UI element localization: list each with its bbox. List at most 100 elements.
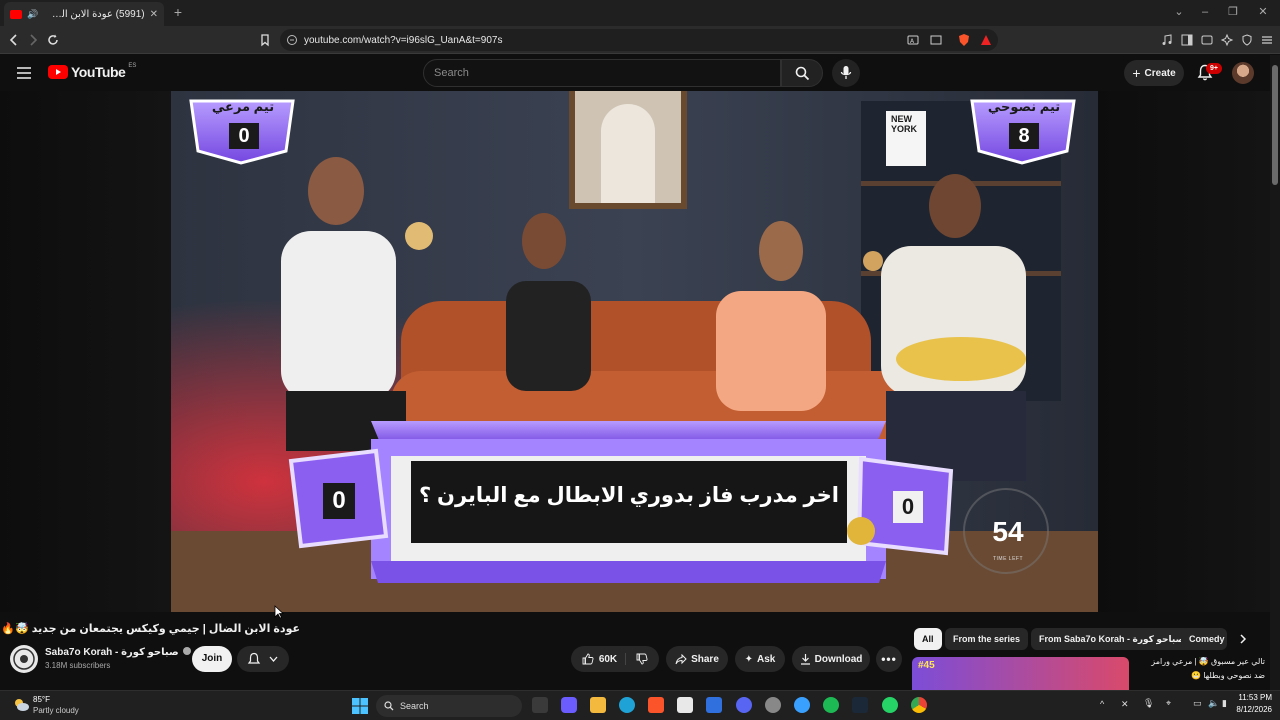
brave-browser-icon[interactable] <box>648 697 664 713</box>
channel-name[interactable]: Saba7o Korah - صباحو كورة <box>45 647 192 658</box>
chip-from-channel[interactable]: From Saba7o Korah - صباحو كورة <box>1031 628 1193 650</box>
chip-from-the-series[interactable]: From the series <box>945 628 1029 650</box>
recommendation-thumbnail[interactable]: #45 <box>912 657 1129 690</box>
player-left-margin <box>0 91 171 612</box>
voice-search-button[interactable] <box>832 59 860 87</box>
scrollbar-thumb[interactable] <box>1272 65 1278 185</box>
tab-list-icon[interactable]: ⌄ <box>1170 4 1188 20</box>
tray-location-icon[interactable]: ⌖ <box>1166 698 1171 709</box>
chip-comedy[interactable]: Comedy <box>1181 628 1227 650</box>
verified-badge-icon <box>183 647 192 655</box>
account-avatar[interactable] <box>1232 62 1254 84</box>
whatsapp-icon[interactable] <box>882 697 898 713</box>
download-label: Download <box>814 653 863 665</box>
team-left-score: 0 <box>238 125 250 147</box>
tray-overflow-icon[interactable]: ^ <box>1100 699 1104 709</box>
taskbar-search-box[interactable]: Search <box>376 695 522 717</box>
subscriber-count: 3.18M subscribers <box>45 661 111 670</box>
address-bar[interactable]: youtube.com/watch?v=i96slG_UanA&t=907s <box>280 29 998 51</box>
tray-volume-icon[interactable]: 🔈 <box>1208 698 1219 709</box>
search-input[interactable]: Search <box>423 59 781 87</box>
obs-icon[interactable] <box>765 697 781 713</box>
more-actions-button[interactable]: ••• <box>876 646 902 672</box>
wallet-icon[interactable] <box>1200 33 1214 47</box>
microphone-icon <box>840 66 852 79</box>
shelf-sign-text: NEW YORK <box>891 114 918 134</box>
youtube-play-logo-icon <box>48 65 68 79</box>
join-button[interactable]: Join <box>192 646 232 672</box>
ask-button[interactable]: ✦ Ask <box>735 646 785 672</box>
channel-avatar[interactable] <box>10 645 38 673</box>
translate-icon[interactable]: A <box>906 33 920 47</box>
task-view-icon[interactable] <box>532 697 548 713</box>
clock-date[interactable]: 8/12/2026 <box>1226 705 1272 714</box>
chrome-icon[interactable] <box>911 697 927 713</box>
menu-icon[interactable] <box>1260 33 1274 47</box>
minimize-button[interactable]: – <box>1196 4 1214 20</box>
tab-title: (5991) عودة الابن الضال | جيم... <box>43 8 145 20</box>
tray-network-off-icon[interactable]: ✕ <box>1121 699 1129 710</box>
tab-audio-icon[interactable]: 🔊 <box>27 9 38 20</box>
video-title: عودة الابن الضال | جيمي وكيكس يجتمعان من… <box>0 623 300 635</box>
site-info-icon[interactable] <box>286 34 298 46</box>
steam-icon[interactable] <box>852 697 868 713</box>
file-explorer-icon[interactable] <box>590 697 606 713</box>
sidebar-icon[interactable] <box>1180 33 1194 47</box>
browser-tab[interactable]: 🔊 (5991) عودة الابن الضال | جيم... ✕ <box>4 2 164 26</box>
edge-browser-icon[interactable] <box>619 697 635 713</box>
weather-temp[interactable]: 85°F <box>33 695 50 704</box>
youtube-header: YouTube ES Search <box>0 55 1270 91</box>
guide-menu-icon[interactable] <box>16 66 32 80</box>
clock-time[interactable]: 11:53 PM <box>1226 693 1272 702</box>
tray-display-icon[interactable]: ▭ <box>1193 698 1202 709</box>
spotify-icon[interactable] <box>823 697 839 713</box>
share-icon <box>675 653 687 664</box>
weather-desc[interactable]: Partly cloudy <box>33 706 79 715</box>
youtube-logo[interactable]: YouTube ES <box>48 63 136 80</box>
tray-mic-icon[interactable]: 🎙 <box>1143 698 1154 709</box>
messenger-icon[interactable] <box>794 697 810 713</box>
youtube-wordmark: YouTube <box>71 64 126 80</box>
mail-icon[interactable] <box>706 697 722 713</box>
chips-next-icon[interactable] <box>1237 633 1249 645</box>
share-label: Share <box>691 653 719 665</box>
forward-icon[interactable] <box>26 33 40 47</box>
channel-logo-icon <box>13 648 35 670</box>
windows-start-icon[interactable] <box>352 698 368 714</box>
copilot-icon[interactable] <box>561 697 577 713</box>
taskbar-search-label: Search <box>400 701 429 711</box>
like-count: 60K <box>598 653 618 665</box>
tab-close-icon[interactable]: ✕ <box>150 9 158 20</box>
cast-icon[interactable] <box>929 33 943 47</box>
new-tab-button[interactable]: + <box>170 4 186 20</box>
video-player[interactable]: تيم مرعي 0 تيم نصوحي 8 NEW YORK اخر مدرب… <box>171 91 1098 612</box>
recommendation-subtitle: ضد نصوحي وبطلها 😬 <box>1191 671 1265 680</box>
discord-icon[interactable] <box>736 697 752 713</box>
chip-all[interactable]: All <box>914 628 942 650</box>
bookmark-icon[interactable] <box>258 33 272 47</box>
maximize-button[interactable]: ❐ <box>1224 4 1242 20</box>
reload-icon[interactable] <box>46 33 60 47</box>
create-button[interactable]: + Create <box>1124 60 1184 86</box>
leo-ai-icon[interactable] <box>1220 33 1234 47</box>
like-button[interactable]: 60K <box>582 653 627 665</box>
close-window-button[interactable]: ✕ <box>1254 4 1272 20</box>
media-controls-icon[interactable] <box>1160 33 1174 47</box>
page-scrollbar[interactable] <box>1270 55 1280 690</box>
share-button[interactable]: Share <box>666 646 728 672</box>
recommendation-title[interactable]: تالي عير مسبوق 🤯 | مرعي ورامز <box>1135 657 1265 666</box>
team-left-name: تيم مرعي <box>211 99 275 114</box>
subscribed-notifications-button[interactable] <box>237 646 289 672</box>
chevron-down-icon <box>269 656 278 662</box>
like-dislike-group: 60K <box>571 646 659 672</box>
quiz-question: اخر مدرب فاز بدوري الابطال مع البايرن ؟ <box>419 484 839 507</box>
search-button[interactable] <box>781 59 823 87</box>
back-icon[interactable] <box>7 33 21 47</box>
brave-rewards-icon[interactable] <box>979 33 993 47</box>
thumbs-down-icon[interactable] <box>636 653 648 665</box>
brave-shield-icon[interactable] <box>957 33 971 47</box>
vpn-shield-icon[interactable] <box>1240 33 1254 47</box>
store-icon[interactable] <box>677 697 693 713</box>
notifications-badge: 9+ <box>1206 63 1222 74</box>
download-button[interactable]: Download <box>792 646 870 672</box>
